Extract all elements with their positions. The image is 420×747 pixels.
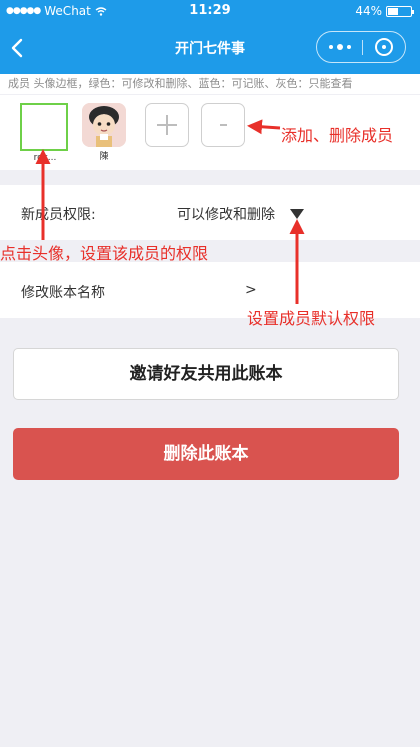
close-miniprogram-icon[interactable] xyxy=(362,32,407,62)
permission-select[interactable]: 可以修改和删除 xyxy=(177,204,275,224)
dropdown-triangle-icon[interactable] xyxy=(290,209,304,219)
avatar-frame-editable xyxy=(20,103,68,151)
rename-ledger-label: 修改账本名称 xyxy=(21,285,105,301)
battery-indicator: 44% xyxy=(355,4,414,18)
annotation-avatar: 点击头像，设置该成员的权限 xyxy=(0,244,209,263)
member-border-legend: 成员 头像边框，绿色：可修改和删除、蓝色：可记账、灰色：只能查看 xyxy=(0,74,420,94)
menu-capsule xyxy=(316,31,406,63)
member-name: rdc... xyxy=(33,153,57,163)
chevron-right-icon: > xyxy=(245,282,257,298)
permission-label: 新成员权限: xyxy=(21,207,96,223)
more-options-icon[interactable] xyxy=(317,32,362,62)
cartoon-avatar-icon xyxy=(82,103,126,147)
navigation-bar: 开门七件事 xyxy=(0,22,420,74)
member-avatar-1[interactable]: rdc... xyxy=(20,103,70,163)
avatar xyxy=(82,103,126,147)
status-bar: ●●●●● WeChat 11:29 44% xyxy=(0,0,420,22)
member-name: 陳 xyxy=(99,152,109,162)
battery-percent: 44% xyxy=(355,4,382,18)
battery-icon xyxy=(386,5,414,17)
delete-ledger-button[interactable]: 删除此账本 xyxy=(13,428,399,480)
member-avatar-2[interactable]: 陳 xyxy=(82,103,132,162)
remove-member-button[interactable] xyxy=(201,103,245,147)
annotation-add-remove: 添加、删除成员 xyxy=(281,126,394,145)
new-member-permission-row: 新成员权限: 可以修改和删除 xyxy=(0,185,420,240)
minus-icon xyxy=(220,124,227,126)
add-member-button[interactable] xyxy=(145,103,189,147)
top-bar: ●●●●● WeChat 11:29 44% 开门七件事 xyxy=(0,0,420,74)
invite-friends-button[interactable]: 邀请好友共用此账本 xyxy=(13,348,399,400)
annotation-default-permission: 设置成员默认权限 xyxy=(247,309,376,328)
